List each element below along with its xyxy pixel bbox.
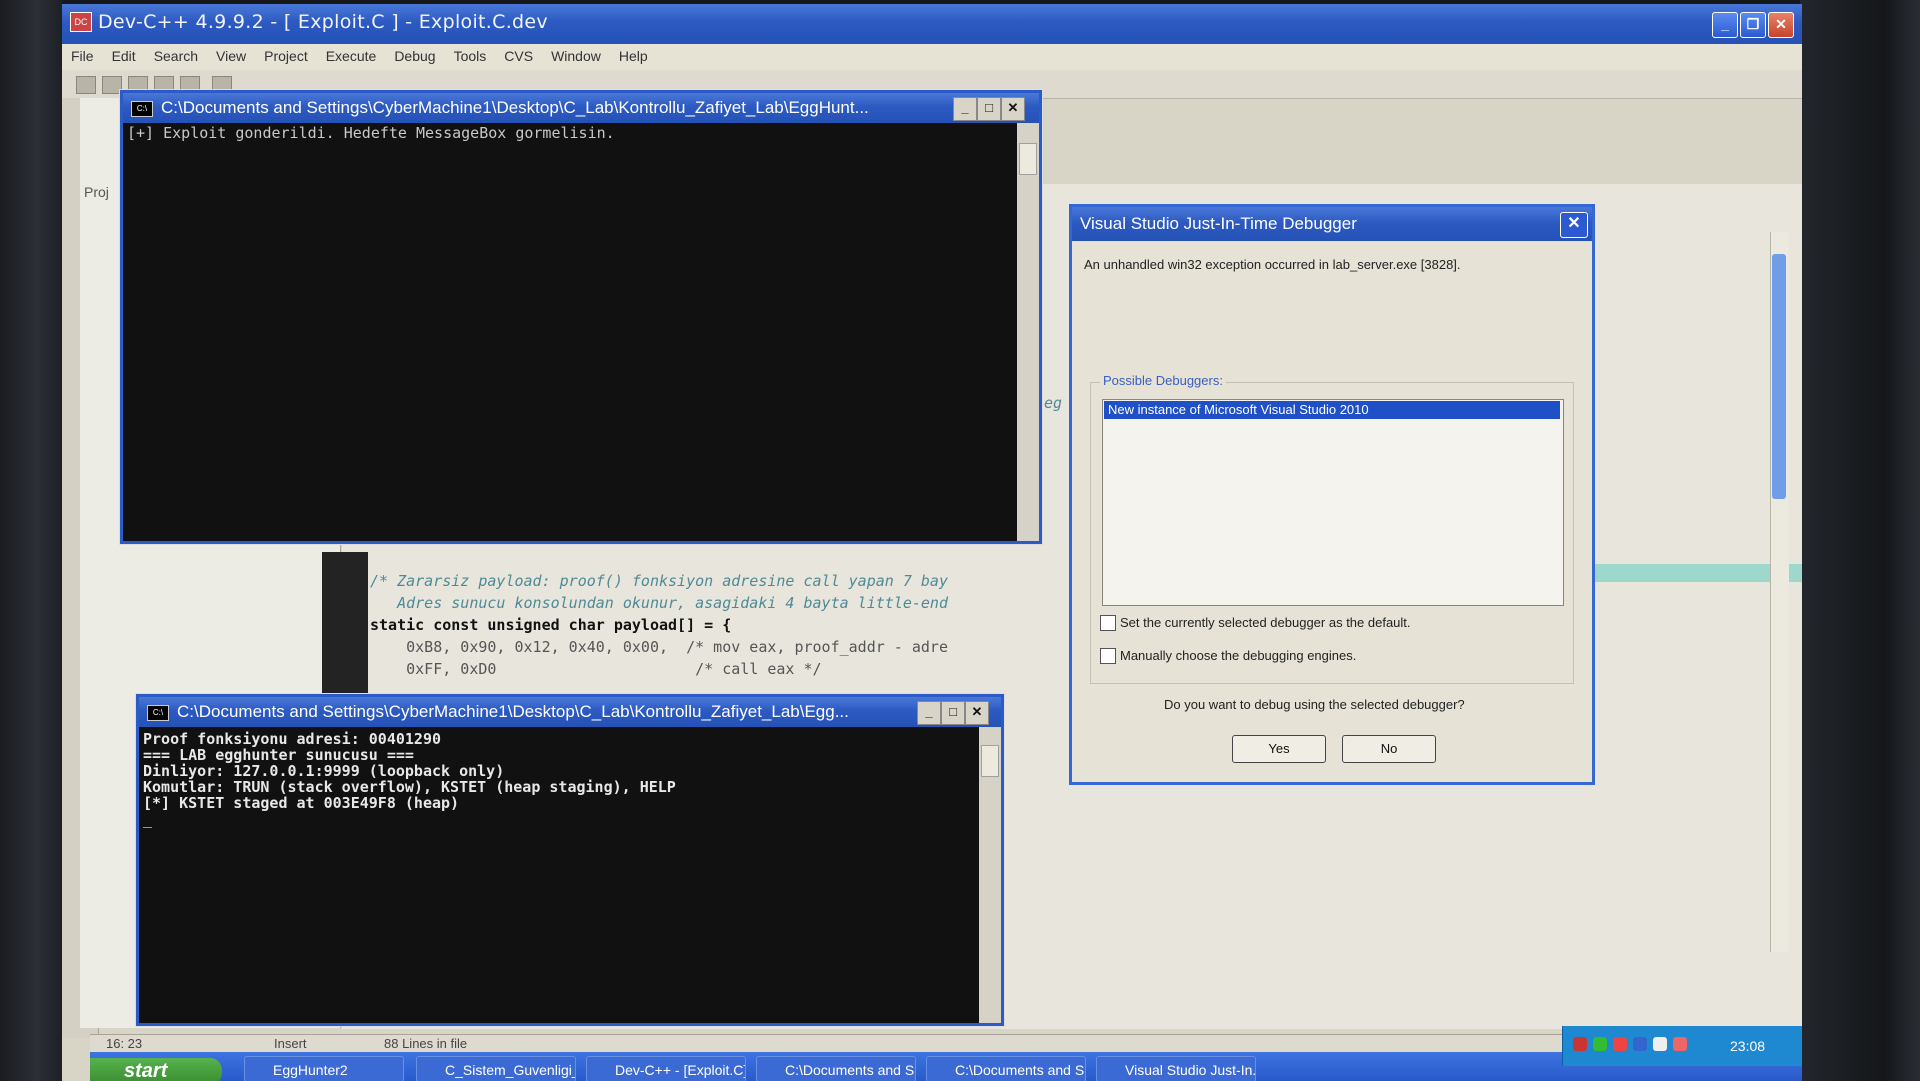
tray-update-icon[interactable] [1593, 1037, 1607, 1051]
console-top-titlebar[interactable]: C:\ C:\Documents and Settings\CyberMachi… [123, 93, 1039, 123]
manual-engines-label: Manually choose the debugging engines. [1120, 648, 1357, 663]
console-top-scroll-thumb[interactable] [1019, 143, 1037, 175]
code-fragment: eg [1044, 394, 1063, 412]
tray-alert-icon[interactable] [1613, 1037, 1627, 1051]
jit-debugger-dialog[interactable]: Visual Studio Just-In-Time Debugger ✕ An… [1069, 204, 1595, 785]
console-bottom-line: === LAB egghunter sunucusu === [143, 746, 414, 764]
menubar: File Edit Search View Project Execute Debug Too… [62, 44, 1802, 70]
cursor-position: 16: 23 [106, 1036, 143, 1051]
jit-dialog-title: Visual Studio Just-In-Time Debugger [1080, 214, 1357, 233]
console-bottom-close-button[interactable]: ✕ [965, 701, 989, 725]
screen: DC Dev-C++ 4.9.9.2 - [ Exploit.C ] - Exp… [62, 4, 1802, 1081]
menu-view[interactable]: View [207, 44, 255, 64]
console-window-bottom[interactable]: C:\ C:\Documents and Settings\CyberMachi… [136, 694, 1004, 1026]
restore-button[interactable]: ❐ [1740, 12, 1766, 38]
console-icon: C:\ [147, 705, 169, 721]
console-icon: C:\ [131, 101, 153, 117]
taskbar-item-console-2[interactable]: C:\Documents and S... [926, 1056, 1086, 1081]
menu-search[interactable]: Search [145, 44, 207, 64]
menu-help[interactable]: Help [610, 44, 657, 64]
taskbar-item-egghunter2[interactable]: EggHunter2 [244, 1056, 404, 1081]
menu-tools[interactable]: Tools [445, 44, 496, 64]
console-top-output[interactable]: [+] Exploit gonderildi. Hedefte MessageB… [123, 123, 1017, 541]
default-debugger-label: Set the currently selected debugger as t… [1120, 615, 1411, 630]
console-top-maximize-button[interactable]: □ [977, 97, 1001, 121]
debuggers-listbox[interactable] [1102, 399, 1564, 606]
console-bottom-line: [*] KSTET staged at 003E49F8 (heap) [143, 794, 460, 812]
jit-close-button[interactable]: ✕ [1560, 212, 1588, 238]
tray-network-icon[interactable] [1633, 1037, 1647, 1051]
taskbar-item-jit-debugger[interactable]: Visual Studio Just-In... [1096, 1056, 1256, 1081]
console-bottom-maximize-button[interactable]: □ [941, 701, 965, 725]
manual-engines-checkbox[interactable] [1100, 648, 1116, 664]
console-top-line: [+] Exploit gonderildi. Hedefte MessageB… [127, 124, 615, 142]
possible-debuggers-label: Possible Debuggers: [1100, 373, 1226, 388]
menu-execute[interactable]: Execute [317, 44, 386, 64]
no-button[interactable]: No [1342, 735, 1436, 763]
editor-gutter [322, 552, 368, 702]
console-top-title: C:\Documents and Settings\CyberMachine1\… [161, 98, 869, 117]
console-cursor: _ [143, 810, 153, 828]
monitor-bezel-right [1800, 0, 1920, 1081]
console-bottom-minimize-button[interactable]: _ [917, 701, 941, 725]
yes-button[interactable]: Yes [1232, 735, 1326, 763]
console-bottom-scrollbar[interactable] [979, 727, 1001, 1023]
project-tab[interactable]: Proj [84, 184, 109, 200]
code-line-2: Adres sunucu konsolundan okunur, asagida… [370, 594, 948, 612]
menu-project[interactable]: Project [255, 44, 317, 64]
default-debugger-checkbox[interactable] [1100, 615, 1116, 631]
taskbar-item-sistem-guvenligi[interactable]: C_Sistem_Guvenligi_... [416, 1056, 576, 1081]
console-top-close-button[interactable]: ✕ [1001, 97, 1025, 121]
statusbar: 16: 23 Insert 88 Lines in file [90, 1034, 1802, 1053]
system-tray [1562, 1026, 1802, 1066]
menu-window[interactable]: Window [542, 44, 610, 64]
jit-exception-message: An unhandled win32 exception occurred in… [1084, 257, 1461, 272]
console-top-minimize-button[interactable]: _ [953, 97, 977, 121]
debugger-list-item[interactable]: New instance of Microsoft Visual Studio … [1104, 401, 1560, 419]
console-top-scrollbar[interactable] [1017, 123, 1039, 541]
monitor-bezel-left [0, 0, 62, 1081]
menu-cvs[interactable]: CVS [495, 44, 542, 64]
devcpp-titlebar[interactable]: DC Dev-C++ 4.9.9.2 - [ Exploit.C ] - Exp… [62, 4, 1802, 44]
taskbar-item-console-1[interactable]: C:\Documents and S... [756, 1056, 916, 1081]
devcpp-window-title: Dev-C++ 4.9.9.2 - [ Exploit.C ] - Exploi… [98, 11, 548, 33]
line-count: 88 Lines in file [384, 1036, 468, 1051]
code-line-4: 0xB8, 0x90, 0x12, 0x40, 0x00, /* mov eax… [370, 638, 948, 656]
devcpp-app-icon: DC [70, 12, 92, 32]
close-button[interactable]: ✕ [1768, 12, 1794, 38]
console-bottom-title: C:\Documents and Settings\CyberMachine1\… [177, 702, 849, 721]
console-bottom-line: Proof fonksiyonu adresi: 00401290 [143, 730, 442, 748]
editor-scrollbar-thumb[interactable] [1772, 254, 1786, 499]
start-button[interactable]: start [90, 1058, 222, 1081]
console-bottom-line: Dinliyor: 127.0.0.1:9999 (loopback only) [143, 762, 505, 780]
code-line-5: 0xFF, 0xD0 /* call eax */ [370, 660, 822, 678]
menu-file[interactable]: File [62, 44, 103, 64]
console-bottom-output[interactable]: Proof fonksiyonu adresi: 00401290 === LA… [139, 727, 979, 1023]
code-line-1: /* Zararsiz payload: proof() fonksiyon a… [370, 572, 948, 590]
console-window-top[interactable]: C:\ C:\Documents and Settings\CyberMachi… [120, 90, 1042, 544]
console-bottom-line: Komutlar: TRUN (stack overflow), KSTET (… [143, 778, 676, 796]
tray-shield-icon[interactable] [1573, 1037, 1587, 1051]
taskbar-item-devcpp[interactable]: Dev-C++ - [Exploit.C] [586, 1056, 746, 1081]
taskbar-clock: 23:08 [1730, 1038, 1766, 1054]
debug-question: Do you want to debug using the selected … [1164, 697, 1465, 712]
code-line-3: static const unsigned char payload[] = { [370, 616, 732, 634]
menu-edit[interactable]: Edit [103, 44, 145, 64]
minimize-button[interactable]: _ [1712, 12, 1738, 38]
console-bottom-titlebar[interactable]: C:\ C:\Documents and Settings\CyberMachi… [139, 697, 1001, 727]
toolbar-new-icon[interactable] [76, 76, 96, 94]
tray-wireless-icon[interactable] [1653, 1037, 1667, 1051]
jit-dialog-titlebar[interactable]: Visual Studio Just-In-Time Debugger ✕ [1072, 207, 1592, 241]
console-bottom-scroll-thumb[interactable] [981, 745, 999, 777]
current-line-highlight [1582, 564, 1802, 582]
menu-debug[interactable]: Debug [385, 44, 444, 64]
toolbar-open-icon[interactable] [102, 76, 122, 94]
edit-mode: Insert [274, 1036, 307, 1051]
tray-security-icon[interactable] [1673, 1037, 1687, 1051]
